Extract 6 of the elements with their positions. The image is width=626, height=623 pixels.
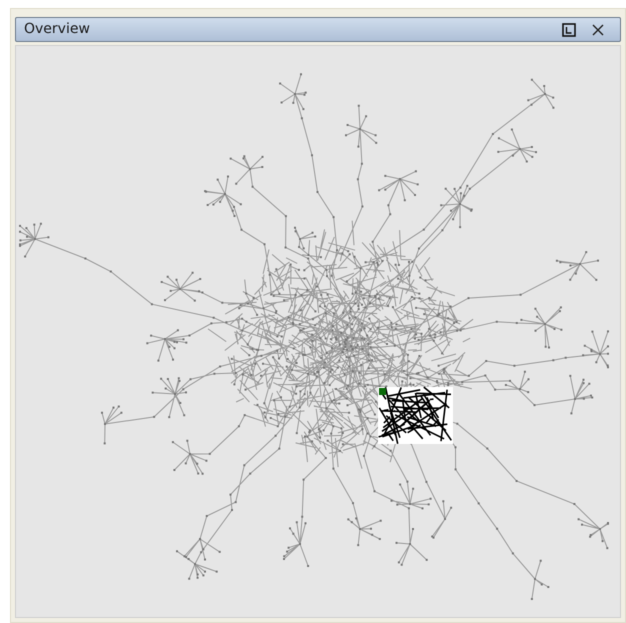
close-button[interactable] bbox=[590, 22, 606, 38]
restore-icon bbox=[562, 22, 576, 36]
close-icon bbox=[592, 24, 604, 36]
viewport-drawing[interactable] bbox=[378, 386, 453, 445]
restore-button[interactable] bbox=[561, 22, 577, 38]
panel-title: Overview bbox=[24, 20, 91, 39]
